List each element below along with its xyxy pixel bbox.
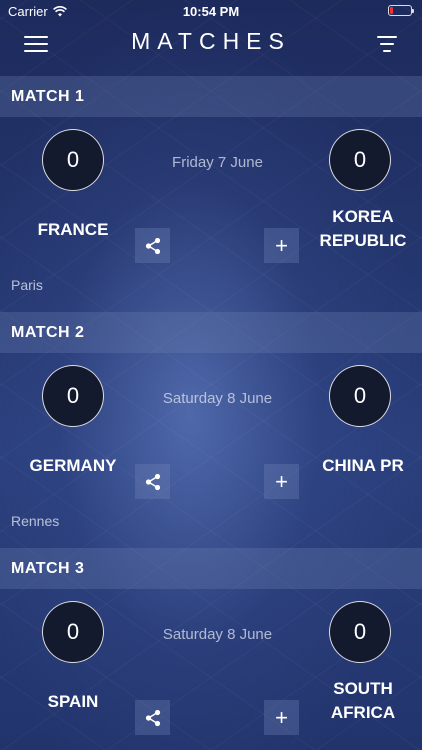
match-card: MATCH 3 0 Saturday 8 June 0 SPAIN SOUTH …	[0, 548, 422, 750]
share-button[interactable]	[135, 464, 170, 499]
nav-bar: MATCHES	[0, 22, 422, 76]
away-team: SOUTH AFRICA	[298, 677, 422, 725]
away-team: KOREA REPUBLIC	[298, 205, 422, 253]
home-score: 0	[42, 365, 104, 427]
away-team-line1: SOUTH	[333, 679, 393, 698]
away-score: 0	[329, 365, 391, 427]
home-team: FRANCE	[37, 220, 109, 239]
match-card: MATCH 1 0 Friday 7 June 0 FRANCE KOREA R…	[0, 76, 422, 312]
status-time: 10:54 PM	[182, 4, 240, 19]
match-label: MATCH 1	[0, 76, 422, 117]
page-title: MATCHES	[131, 28, 291, 54]
home-team: SPAIN	[47, 692, 99, 711]
share-button[interactable]	[135, 700, 170, 735]
match-list: MATCH 1 0 Friday 7 June 0 FRANCE KOREA R…	[0, 76, 422, 750]
home-score: 0	[42, 129, 104, 191]
match-label: MATCH 2	[0, 312, 422, 353]
match-date: Friday 7 June	[172, 154, 263, 171]
status-bar: Carrier 10:54 PM	[0, 0, 422, 22]
plus-icon: +	[275, 704, 288, 730]
battery-level	[390, 7, 393, 14]
away-team-line1: KOREA	[332, 207, 394, 226]
match-body[interactable]: 0 Friday 7 June 0 FRANCE KOREA REPUBLIC …	[0, 117, 422, 312]
away-score: 0	[329, 601, 391, 663]
away-team-line2: REPUBLIC	[319, 231, 407, 250]
share-icon	[145, 473, 160, 490]
share-icon	[145, 237, 160, 254]
match-venue: Rennes	[11, 513, 60, 529]
add-button[interactable]: +	[264, 464, 299, 499]
away-score: 0	[329, 129, 391, 191]
battery-icon	[388, 5, 414, 16]
filter-icon[interactable]	[376, 36, 398, 56]
match-body[interactable]: 0 Saturday 8 June 0 GERMANY CHINA PR + R…	[0, 353, 422, 548]
match-venue: Paris	[11, 277, 43, 293]
plus-icon: +	[275, 232, 288, 258]
away-team-line1: CHINA PR	[322, 456, 404, 475]
add-button[interactable]: +	[264, 228, 299, 263]
match-body[interactable]: 0 Saturday 8 June 0 SPAIN SOUTH AFRICA +	[0, 589, 422, 750]
away-team-line2: AFRICA	[330, 703, 396, 722]
add-button[interactable]: +	[264, 700, 299, 735]
home-score: 0	[42, 601, 104, 663]
match-card: MATCH 2 0 Saturday 8 June 0 GERMANY CHIN…	[0, 312, 422, 548]
away-team: CHINA PR	[298, 454, 422, 478]
share-icon	[145, 709, 160, 726]
match-date: Saturday 8 June	[162, 390, 273, 407]
match-label: MATCH 3	[0, 548, 422, 589]
home-team: GERMANY	[29, 456, 117, 475]
plus-icon: +	[275, 468, 288, 494]
share-button[interactable]	[135, 228, 170, 263]
match-date: Saturday 8 June	[162, 626, 273, 643]
